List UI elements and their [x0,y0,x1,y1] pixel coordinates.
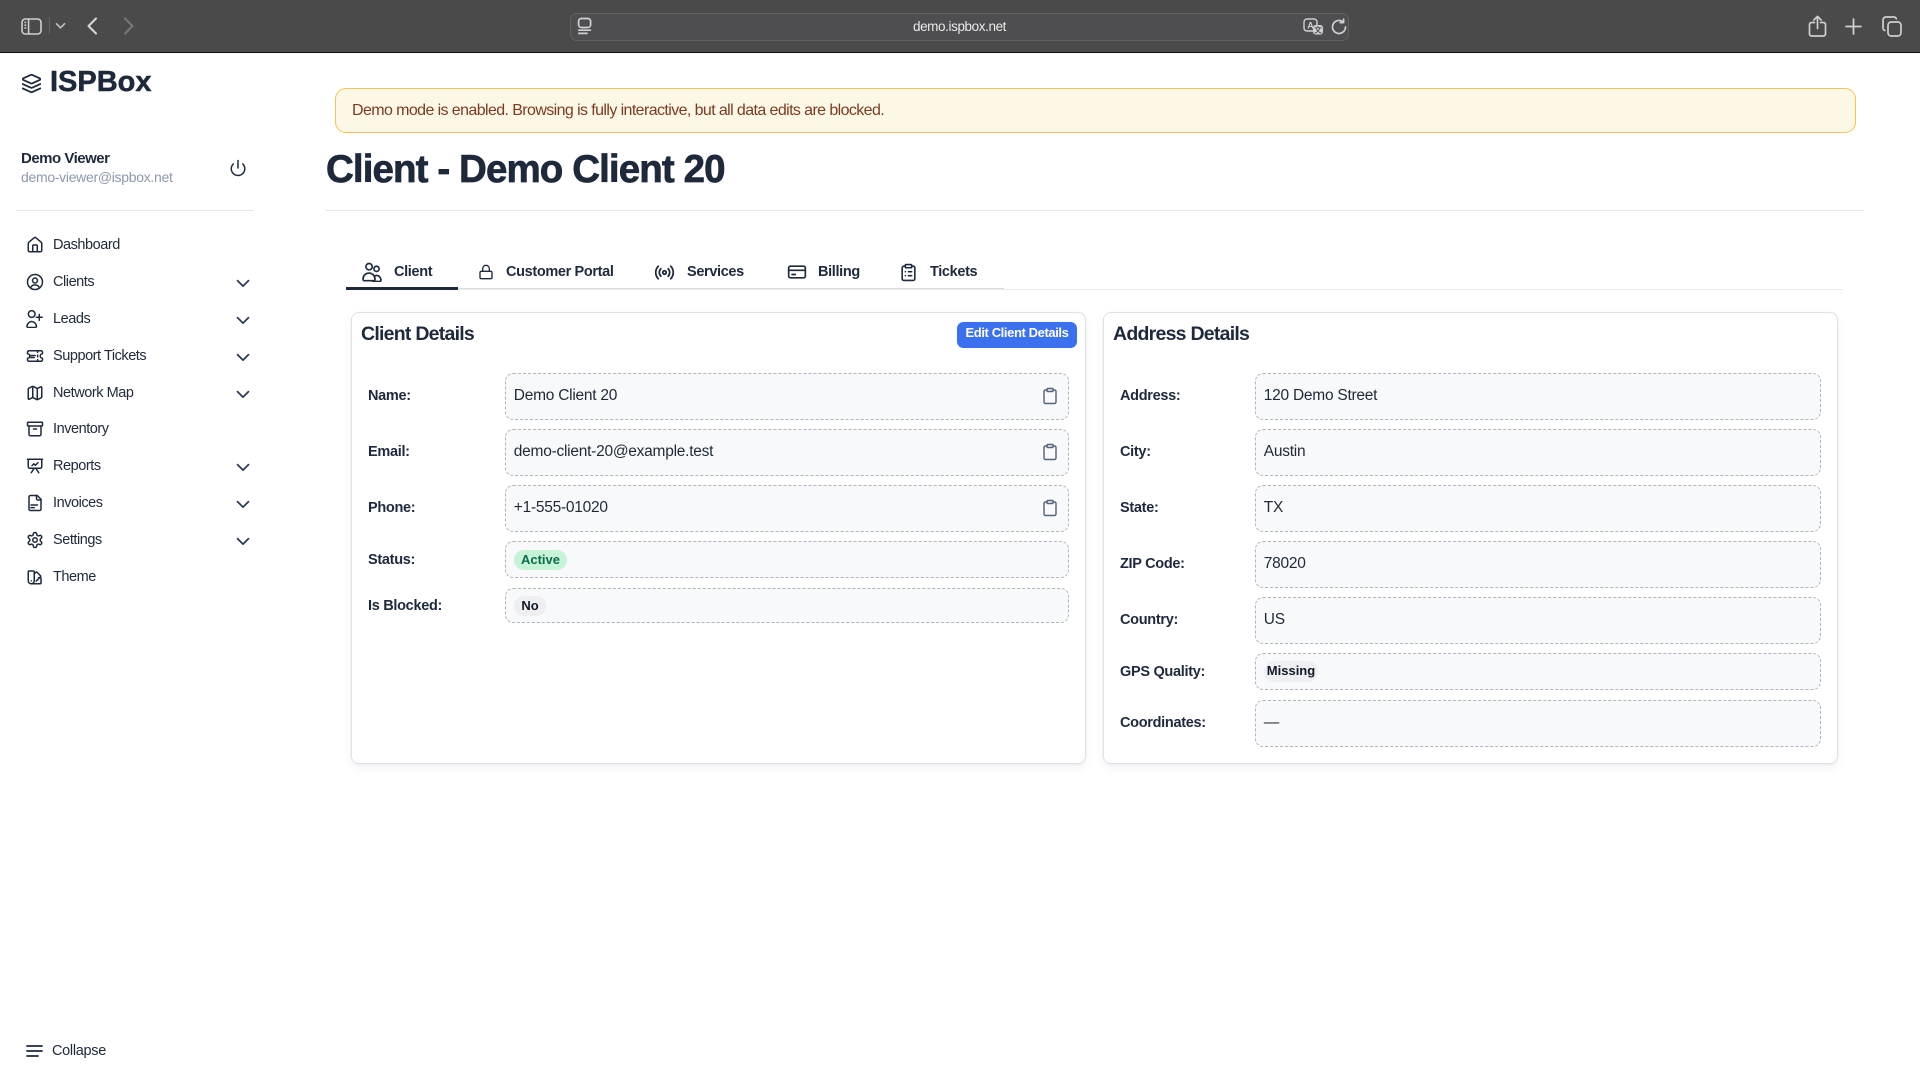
svg-text:文: 文 [1314,25,1322,35]
